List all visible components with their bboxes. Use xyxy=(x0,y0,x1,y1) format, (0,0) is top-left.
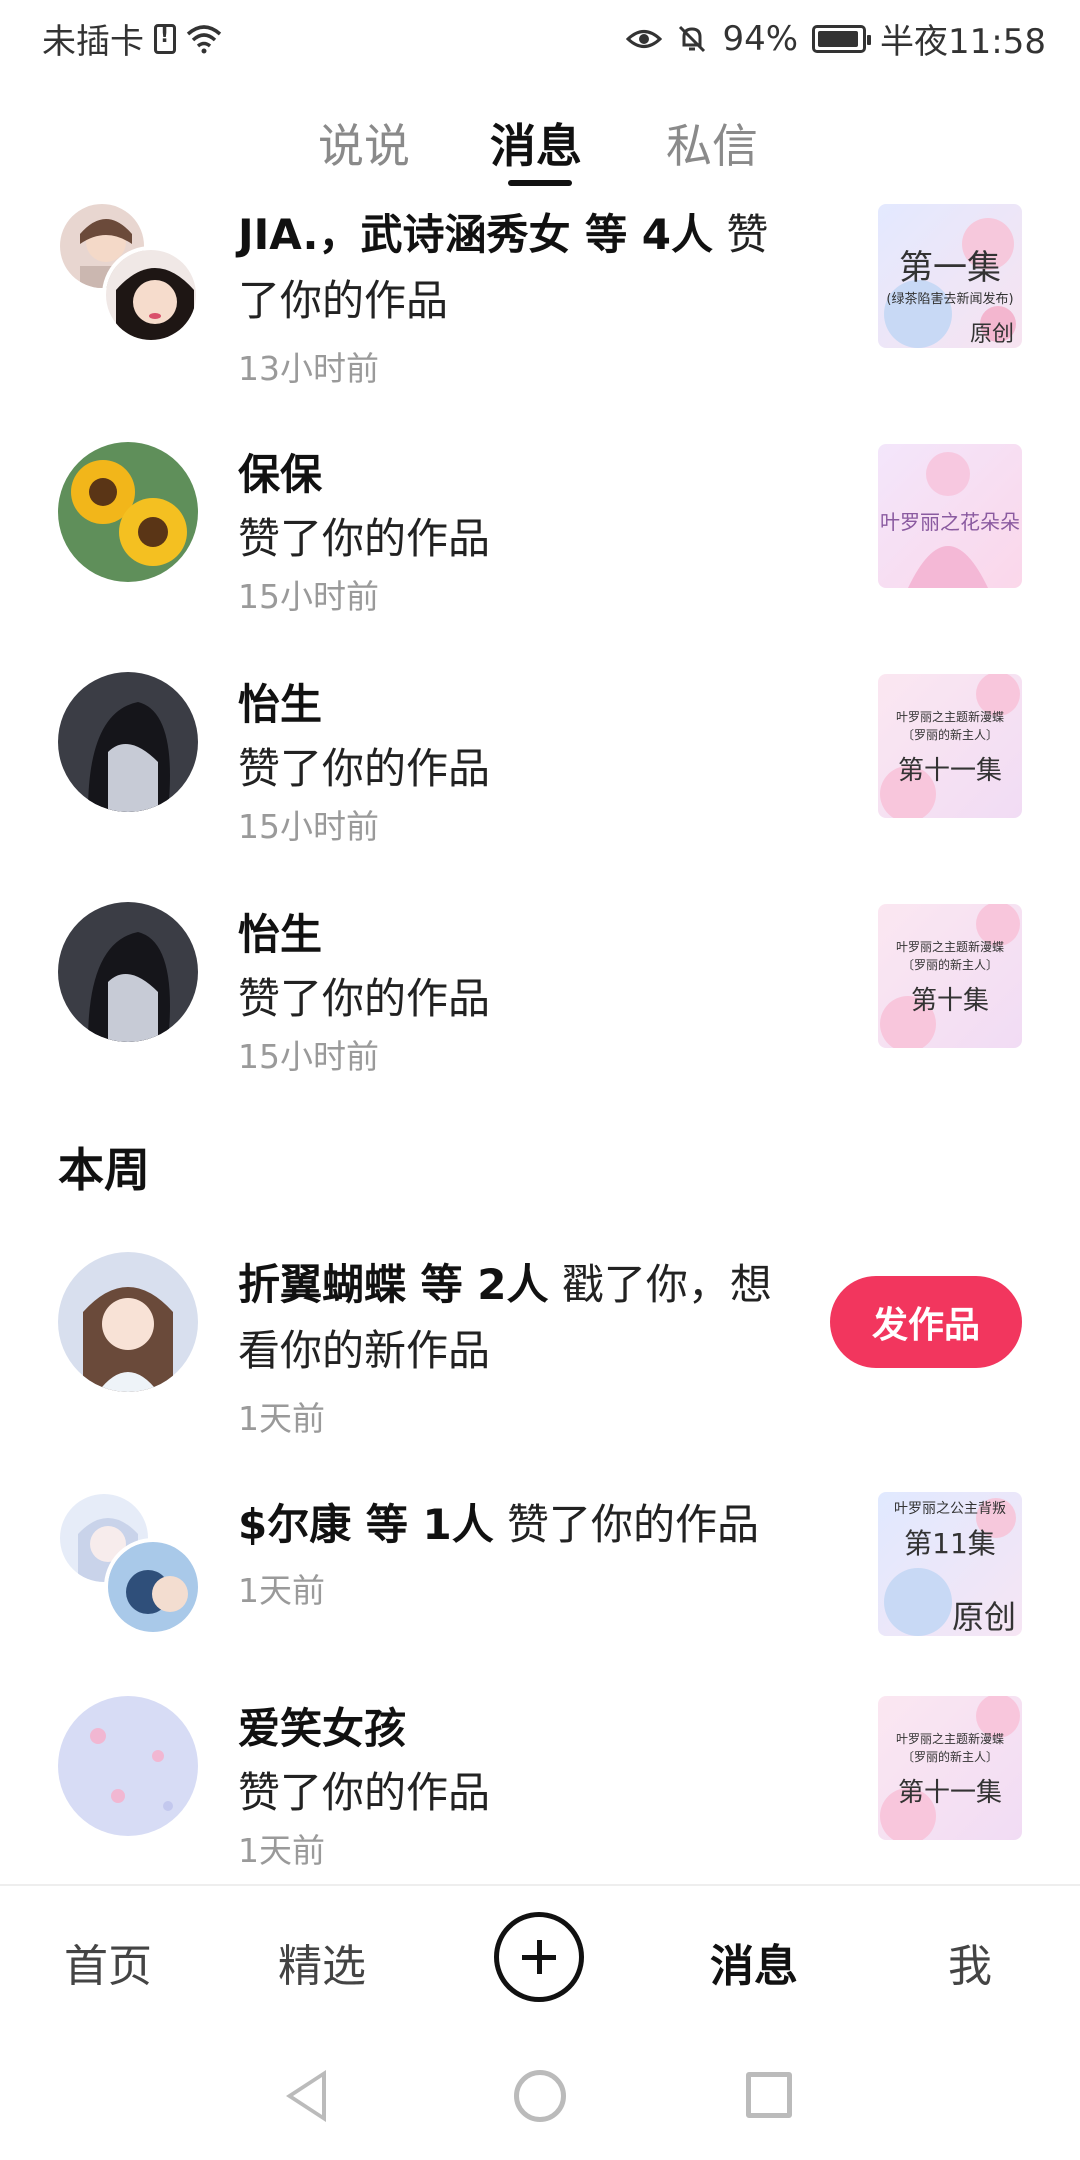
tab-shuoshuo[interactable]: 说说 xyxy=(318,110,410,176)
notification-text: 保保 xyxy=(238,442,798,508)
thumbnail-title: 第11集 xyxy=(904,1527,996,1560)
home-icon[interactable] xyxy=(514,2070,566,2122)
timestamp: 15小时前 xyxy=(238,577,379,616)
create-plus-icon[interactable] xyxy=(494,1912,584,2002)
mute-bell-icon xyxy=(679,25,706,52)
thumbnail-top: 叶罗丽之主题新漫蝶 xyxy=(895,1732,1004,1746)
actor-names[interactable]: JIA.，武诗涵秀女 等 4人 xyxy=(238,210,713,259)
notification-text: 怡生 xyxy=(238,672,798,738)
timestamp: 1天前 xyxy=(238,1399,325,1438)
thumbnail-mid: 〔罗丽的新主人〕 xyxy=(901,958,998,972)
notification-text: 折翼蝴蝶 等 2人 戳了你，想看你的新作品 xyxy=(238,1252,798,1384)
work-thumbnail[interactable]: 叶罗丽之公主背叛 第11集 原创 xyxy=(878,1492,1022,1636)
tab-messages[interactable]: 消息 xyxy=(490,110,582,176)
avatar[interactable] xyxy=(102,246,200,344)
work-thumbnail[interactable]: 叶罗丽之主题新漫蝶 〔罗丽的新主人〕 第十一集 xyxy=(878,1696,1022,1840)
thumbnail-title: 第十集 xyxy=(910,986,989,1016)
timestamp: 15小时前 xyxy=(238,1037,379,1076)
avatar[interactable] xyxy=(58,902,198,1042)
thumbnail-tag: 原创 xyxy=(951,1598,1016,1636)
thumbnail-mid: 〔罗丽的新主人〕 xyxy=(901,728,998,742)
thumbnail-title: 第十一集 xyxy=(897,1778,1002,1808)
notification-row[interactable]: JIA.，武诗涵秀女 等 4人 赞了你的作品 13小时前 第一集 (绿茶陷害去新… xyxy=(0,200,1080,390)
recent-apps-icon[interactable] xyxy=(746,2072,792,2118)
actor-names[interactable]: 折翼蝴蝶 等 2人 xyxy=(238,1260,548,1309)
actor-names[interactable]: $尔康 等 1人 xyxy=(238,1500,494,1549)
action-text: 赞了你的作品 xyxy=(238,974,491,1023)
notification-text: JIA.，武诗涵秀女 等 4人 赞了你的作品 xyxy=(238,202,798,334)
notification-row[interactable]: 怡生 赞了你的作品 15小时前 叶罗丽之主题新漫蝶 〔罗丽的新主人〕 第十集 xyxy=(0,900,1080,1076)
nav-me[interactable]: 我 xyxy=(948,1930,992,1994)
avatar[interactable] xyxy=(58,1252,198,1392)
notification-row[interactable]: 保保 赞了你的作品 15小时前 叶罗丽之花朵朵 xyxy=(0,440,1080,616)
timestamp: 1天前 xyxy=(238,1571,325,1610)
nav-featured[interactable]: 精选 xyxy=(278,1930,366,1994)
battery-icon xyxy=(812,24,872,53)
thumbnail-title: 第一集 xyxy=(899,248,1001,288)
bottom-nav: 首页 精选 消息 我 xyxy=(0,1886,1080,2036)
timestamp: 1天前 xyxy=(238,1831,325,1870)
post-work-button[interactable]: 发作品 xyxy=(830,1276,1022,1368)
work-thumbnail[interactable]: 叶罗丽之主题新漫蝶 〔罗丽的新主人〕 第十一集 xyxy=(878,674,1022,818)
thumbnail-top: 叶罗丽之主题新漫蝶 xyxy=(895,710,1004,724)
system-nav-bar xyxy=(0,2036,1080,2160)
battery-percent: 94% xyxy=(722,18,799,59)
actor-names[interactable]: 怡生 xyxy=(238,910,322,959)
notification-text: 怡生 xyxy=(238,902,798,968)
work-thumbnail[interactable]: 第一集 (绿茶陷害去新闻发布) 原创 xyxy=(878,204,1022,348)
nav-home[interactable]: 首页 xyxy=(64,1930,152,1994)
avatar[interactable] xyxy=(104,1538,202,1636)
timestamp: 15小时前 xyxy=(238,807,379,846)
action-text: 赞了你的作品 xyxy=(238,1768,491,1817)
notification-text: $尔康 等 1人 赞了你的作品 xyxy=(238,1492,798,1558)
action-text: 赞了你的作品 xyxy=(238,744,491,793)
action-text: 赞了你的作品 xyxy=(493,1500,760,1549)
notification-row[interactable]: 怡生 赞了你的作品 15小时前 叶罗丽之主题新漫蝶 〔罗丽的新主人〕 第十一集 xyxy=(0,670,1080,846)
avatar[interactable] xyxy=(58,672,198,812)
actor-names[interactable]: 爱笑女孩 xyxy=(238,1704,406,1753)
back-icon-inner xyxy=(293,2077,322,2115)
top-tabs: 说说 消息 私信 xyxy=(0,100,1080,190)
clock: 半夜11:58 xyxy=(880,22,1046,62)
active-tab-indicator xyxy=(508,180,572,186)
actor-names[interactable]: 保保 xyxy=(238,450,322,499)
thumbnail-tag: 原创 xyxy=(969,322,1014,347)
thumbnail-subtitle: (绿茶陷害去新闻发布) xyxy=(886,292,1014,307)
thumbnail-title: 叶罗丽之花朵朵 xyxy=(880,510,1020,534)
thumbnail-top: 叶罗丽之公主背叛 xyxy=(894,1501,1006,1517)
timestamp: 13小时前 xyxy=(238,349,379,388)
notification-text: 爱笑女孩 xyxy=(238,1696,798,1762)
nav-messages[interactable]: 消息 xyxy=(710,1930,798,1994)
status-left: 未插卡 xyxy=(42,14,222,63)
tab-private-messages[interactable]: 私信 xyxy=(666,110,758,176)
wifi-icon xyxy=(186,24,222,53)
thumbnail-mid: 〔罗丽的新主人〕 xyxy=(901,1750,998,1764)
avatar[interactable] xyxy=(58,1696,198,1836)
actor-names[interactable]: 怡生 xyxy=(238,680,322,729)
avatar[interactable] xyxy=(58,442,198,582)
notification-row[interactable]: 爱笑女孩 赞了你的作品 1天前 叶罗丽之主题新漫蝶 〔罗丽的新主人〕 第十一集 xyxy=(0,1694,1080,1870)
action-text: 赞了你的作品 xyxy=(238,514,491,563)
thumbnail-top: 叶罗丽之主题新漫蝶 xyxy=(895,940,1004,954)
thumbnail-title: 第十一集 xyxy=(897,756,1002,786)
eye-comfort-icon xyxy=(626,29,663,48)
sim-alert-icon xyxy=(154,23,176,54)
status-bar: 未插卡 94% 半夜11:58 xyxy=(0,0,1080,74)
section-title-this-week: 本周 xyxy=(58,1143,150,1197)
work-thumbnail[interactable]: 叶罗丽之花朵朵 xyxy=(878,444,1022,588)
work-thumbnail[interactable]: 叶罗丽之主题新漫蝶 〔罗丽的新主人〕 第十集 xyxy=(878,904,1022,1048)
status-right: 94% 半夜11:58 xyxy=(626,14,1046,63)
notification-row[interactable]: $尔康 等 1人 赞了你的作品 1天前 叶罗丽之公主背叛 第11集 原创 xyxy=(0,1490,1080,1660)
carrier-label: 未插卡 xyxy=(42,22,144,62)
